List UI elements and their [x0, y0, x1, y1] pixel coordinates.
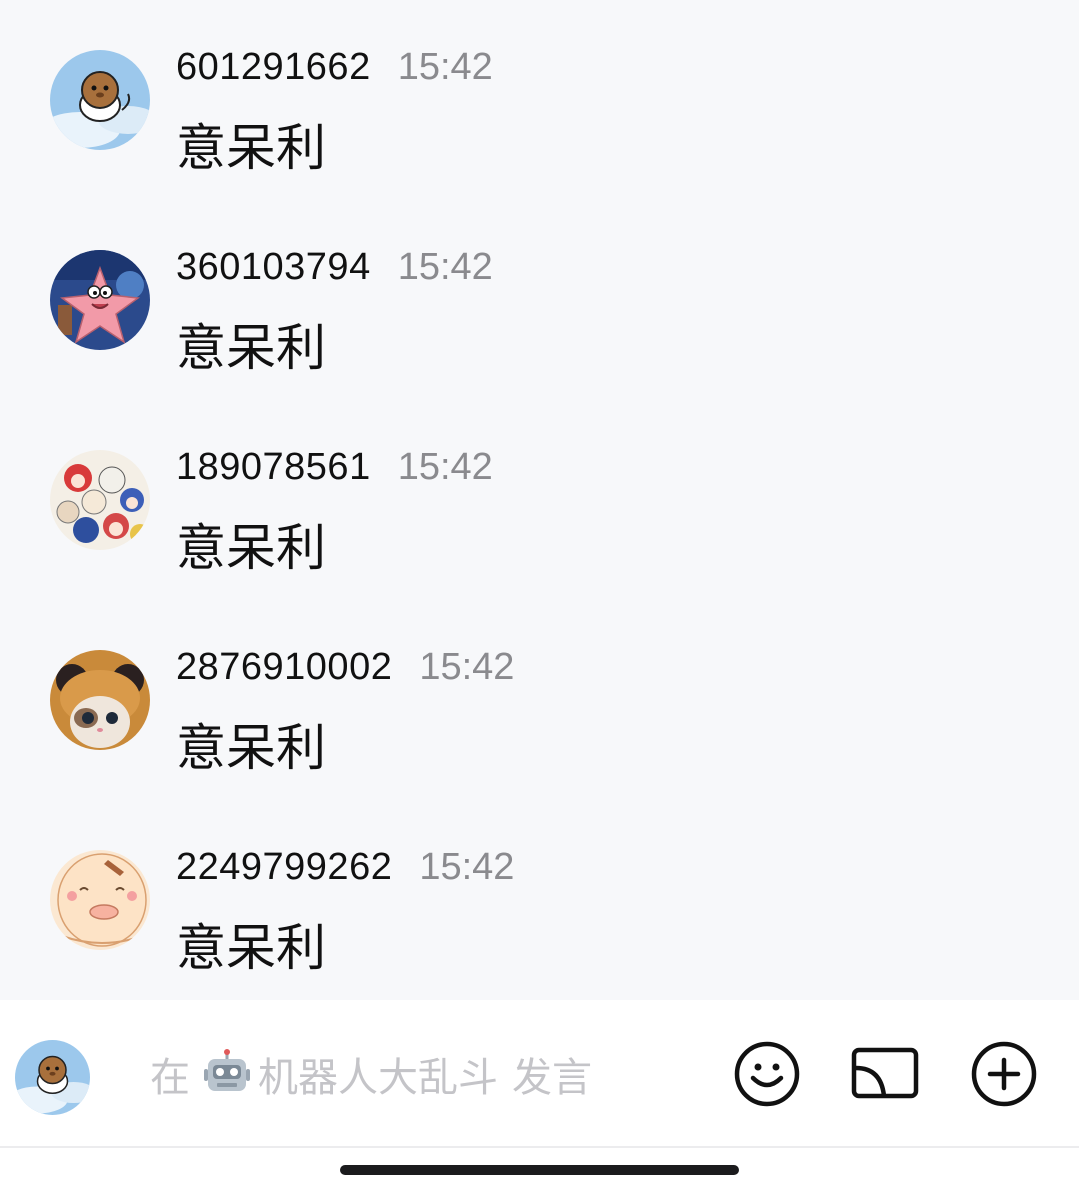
patrick-star-avatar[interactable] — [50, 250, 150, 350]
message-text: 意呆利 — [176, 719, 326, 777]
message-item: 360103794 15:42 意呆利 — [0, 200, 1079, 400]
placeholder-suffix: 发言 — [512, 1055, 592, 1101]
smiley-icon[interactable] — [733, 1040, 801, 1108]
sender-name[interactable]: 601291662 — [176, 46, 371, 89]
message-time: 15:42 — [419, 646, 515, 688]
message-text: 意呆利 — [176, 119, 326, 177]
my-avatar[interactable] — [15, 1040, 90, 1115]
sender-name[interactable]: 2876910002 — [176, 646, 392, 689]
robot-icon — [202, 1049, 252, 1099]
message-item: 601291662 15:42 意呆利 — [0, 0, 1079, 200]
message-time: 15:42 — [397, 46, 493, 88]
sender-name[interactable]: 360103794 — [176, 246, 371, 289]
message-text: 意呆利 — [176, 319, 326, 377]
plus-circle-icon[interactable] — [970, 1040, 1038, 1108]
composer-bar: 在 机器人大乱斗 发言 — [0, 1000, 1079, 1148]
cartoon-face-avatar[interactable] — [50, 850, 150, 950]
message-meta: 601291662 15:42 — [176, 46, 493, 90]
placeholder-prefix: 在 — [150, 1055, 190, 1101]
cat-hood-avatar[interactable] — [50, 650, 150, 750]
message-item: 2876910002 15:42 意呆利 — [0, 600, 1079, 800]
placeholder-channel: 机器人大乱斗 — [258, 1055, 498, 1101]
message-input[interactable]: 在 机器人大乱斗 发言 — [150, 1044, 592, 1104]
home-indicator[interactable] — [340, 1165, 739, 1175]
message-list[interactable]: 601291662 15:42 意呆利 360103794 15:42 意呆利 … — [0, 0, 1079, 1000]
message-meta: 360103794 15:42 — [176, 246, 493, 290]
message-item: 189078561 15:42 意呆利 — [0, 400, 1079, 600]
message-text: 意呆利 — [176, 919, 326, 977]
message-meta: 2249799262 15:42 — [176, 846, 514, 890]
hamster-cloud-avatar[interactable] — [50, 50, 150, 150]
sender-name[interactable]: 189078561 — [176, 446, 371, 489]
message-time: 15:42 — [397, 246, 493, 288]
message-item: 2249799262 15:42 意呆利 — [0, 800, 1079, 1000]
cast-icon[interactable] — [851, 1040, 919, 1108]
message-time: 15:42 — [397, 446, 493, 488]
message-text: 意呆利 — [176, 519, 326, 577]
anime-crowd-avatar[interactable] — [50, 450, 150, 550]
message-meta: 189078561 15:42 — [176, 446, 493, 490]
message-time: 15:42 — [419, 846, 515, 888]
message-meta: 2876910002 15:42 — [176, 646, 514, 690]
sender-name[interactable]: 2249799262 — [176, 846, 392, 889]
